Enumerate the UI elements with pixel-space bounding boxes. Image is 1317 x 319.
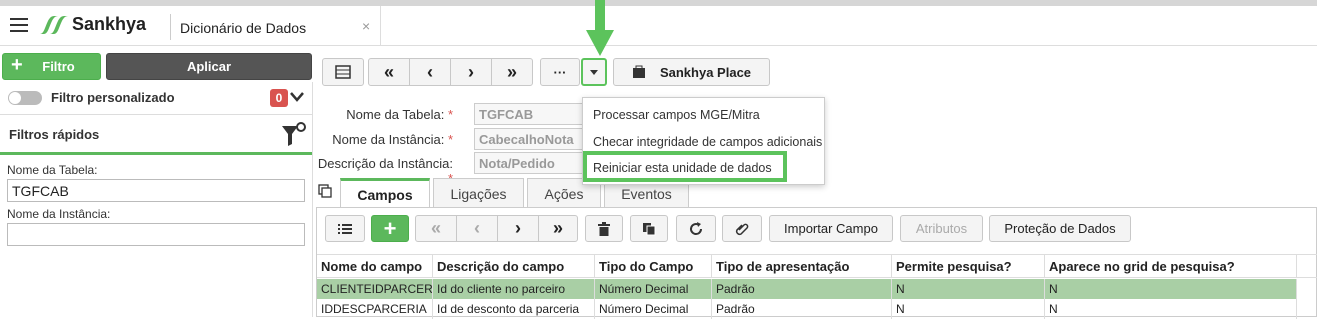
delete-icon	[598, 221, 610, 236]
table-cell: Padrão	[712, 299, 892, 319]
custom-filter-toggle[interactable]	[8, 91, 42, 105]
data-protection-button[interactable]: Proteção de Dados	[989, 215, 1131, 242]
last-icon: »	[552, 218, 563, 238]
more-icon: ···	[553, 64, 567, 80]
tab-divider	[170, 14, 171, 40]
table-cell: Id de desconto da parceria	[433, 299, 595, 319]
menu-item-checar-integridade[interactable]: Checar integridade de campos adicionais	[593, 135, 822, 149]
clone-button[interactable]	[630, 215, 668, 242]
quick-filters-title: Filtros rápidos	[9, 127, 100, 142]
add-field-button[interactable]: +	[371, 215, 409, 242]
next-icon: ›	[468, 61, 474, 82]
next-icon: ›	[515, 218, 521, 238]
column-header[interactable]: Nome do campo	[317, 254, 433, 278]
brand-name: Sankhya	[72, 14, 147, 34]
column-header[interactable]: Aparece no grid de pesquisa?	[1045, 254, 1297, 278]
tab-ligacoes[interactable]: Ligações	[433, 178, 524, 208]
filter-count-badge: 0	[270, 89, 288, 107]
table-name-label: Nome da Tabela:	[7, 163, 98, 177]
next-record-button[interactable]: ›	[450, 58, 492, 86]
tab-dicionario[interactable]: Dicionário de Dados	[180, 20, 306, 36]
grid-previous-button[interactable]: ‹	[456, 215, 498, 242]
delete-button[interactable]	[585, 215, 623, 242]
copy-icon[interactable]	[318, 184, 332, 198]
caret-down-icon	[590, 69, 598, 75]
first-icon: «	[430, 218, 441, 238]
menu-icon[interactable]	[10, 18, 28, 32]
list-icon	[338, 223, 352, 234]
form-instance-label: Nome da Instância: *	[332, 132, 453, 147]
previous-icon: ‹	[427, 61, 433, 82]
table-cell: N	[1045, 279, 1297, 299]
attributes-button[interactable]: Atributos	[900, 215, 983, 242]
tab-close-icon[interactable]: ×	[362, 18, 370, 34]
add-icon: +	[383, 215, 397, 241]
sankhya-place-button[interactable]: Sankhya Place	[613, 58, 770, 86]
filter-button-label: Filtro	[42, 59, 75, 74]
table-cell: CLIENTEIDPARCER	[317, 279, 433, 299]
sankhya-logo-icon	[40, 16, 68, 34]
actions-dropdown-button[interactable]	[581, 58, 607, 86]
form-instance-field: CabecalhoNota	[474, 128, 584, 150]
sankhya-place-label: Sankhya Place	[659, 64, 752, 80]
custom-filter-label: Filtro personalizado	[51, 90, 175, 105]
column-header[interactable]: Tipo de apresentação	[712, 254, 892, 278]
menu-item-processar[interactable]: Processar campos MGE/Mitra	[593, 108, 760, 122]
attachment-icon	[735, 223, 749, 235]
table-cell: Padrão	[712, 279, 892, 299]
annotation-arrow-icon	[586, 0, 614, 56]
refresh-icon	[690, 221, 703, 235]
table-cell: IDDESCPARCERIA	[317, 299, 433, 319]
last-icon: »	[506, 61, 517, 82]
filter-icon[interactable]	[280, 120, 308, 148]
refresh-button[interactable]	[676, 215, 716, 242]
first-record-button[interactable]: «	[368, 58, 410, 86]
add-icon: +	[11, 54, 23, 76]
instance-name-input[interactable]	[7, 223, 305, 246]
table-cell: N	[892, 279, 1045, 299]
bag-icon	[632, 65, 645, 78]
divider	[0, 114, 312, 115]
grid-view-button[interactable]	[322, 58, 364, 86]
form-table-label: Nome da Tabela: *	[346, 107, 453, 122]
grid-last-button[interactable]: »	[538, 215, 578, 242]
table-cell: Número Decimal	[595, 299, 712, 319]
apply-button[interactable]: Aplicar	[106, 53, 312, 80]
table-cell: N	[1045, 299, 1297, 319]
import-field-button[interactable]: Importar Campo	[769, 215, 893, 242]
form-table-field: TGFCAB	[474, 103, 584, 125]
table-cell: N	[892, 299, 1045, 319]
first-icon: «	[383, 61, 394, 82]
tab-divider	[380, 6, 381, 46]
table-cell: Id do cliente no parceiro	[433, 279, 595, 299]
grid-view-icon	[335, 65, 351, 79]
menu-item-highlight	[583, 151, 787, 182]
last-record-button[interactable]: »	[491, 58, 533, 86]
table-cell: Número Decimal	[595, 279, 712, 299]
quick-filters-underline	[0, 152, 312, 155]
previous-record-button[interactable]: ‹	[409, 58, 451, 86]
clone-icon	[643, 222, 656, 235]
filter-button[interactable]: + Filtro	[2, 53, 101, 80]
chevron-down-icon[interactable]	[290, 92, 304, 102]
table-name-input[interactable]: TGFCAB	[7, 179, 305, 202]
list-view-button[interactable]	[325, 215, 365, 242]
column-header[interactable]: Tipo do Campo	[595, 254, 712, 278]
grid-next-button[interactable]: ›	[497, 215, 539, 242]
tab-campos[interactable]: Campos	[340, 178, 430, 209]
more-button[interactable]: ···	[540, 58, 580, 86]
grid-first-button[interactable]: «	[415, 215, 457, 242]
previous-icon: ‹	[474, 218, 480, 238]
column-header[interactable]: Descrição do campo	[433, 254, 595, 278]
form-description-field: Nota/Pedido	[474, 152, 584, 174]
attachment-button[interactable]	[722, 215, 762, 242]
column-header[interactable]: Permite pesquisa?	[892, 254, 1045, 278]
instance-name-label: Nome da Instância:	[7, 207, 111, 221]
